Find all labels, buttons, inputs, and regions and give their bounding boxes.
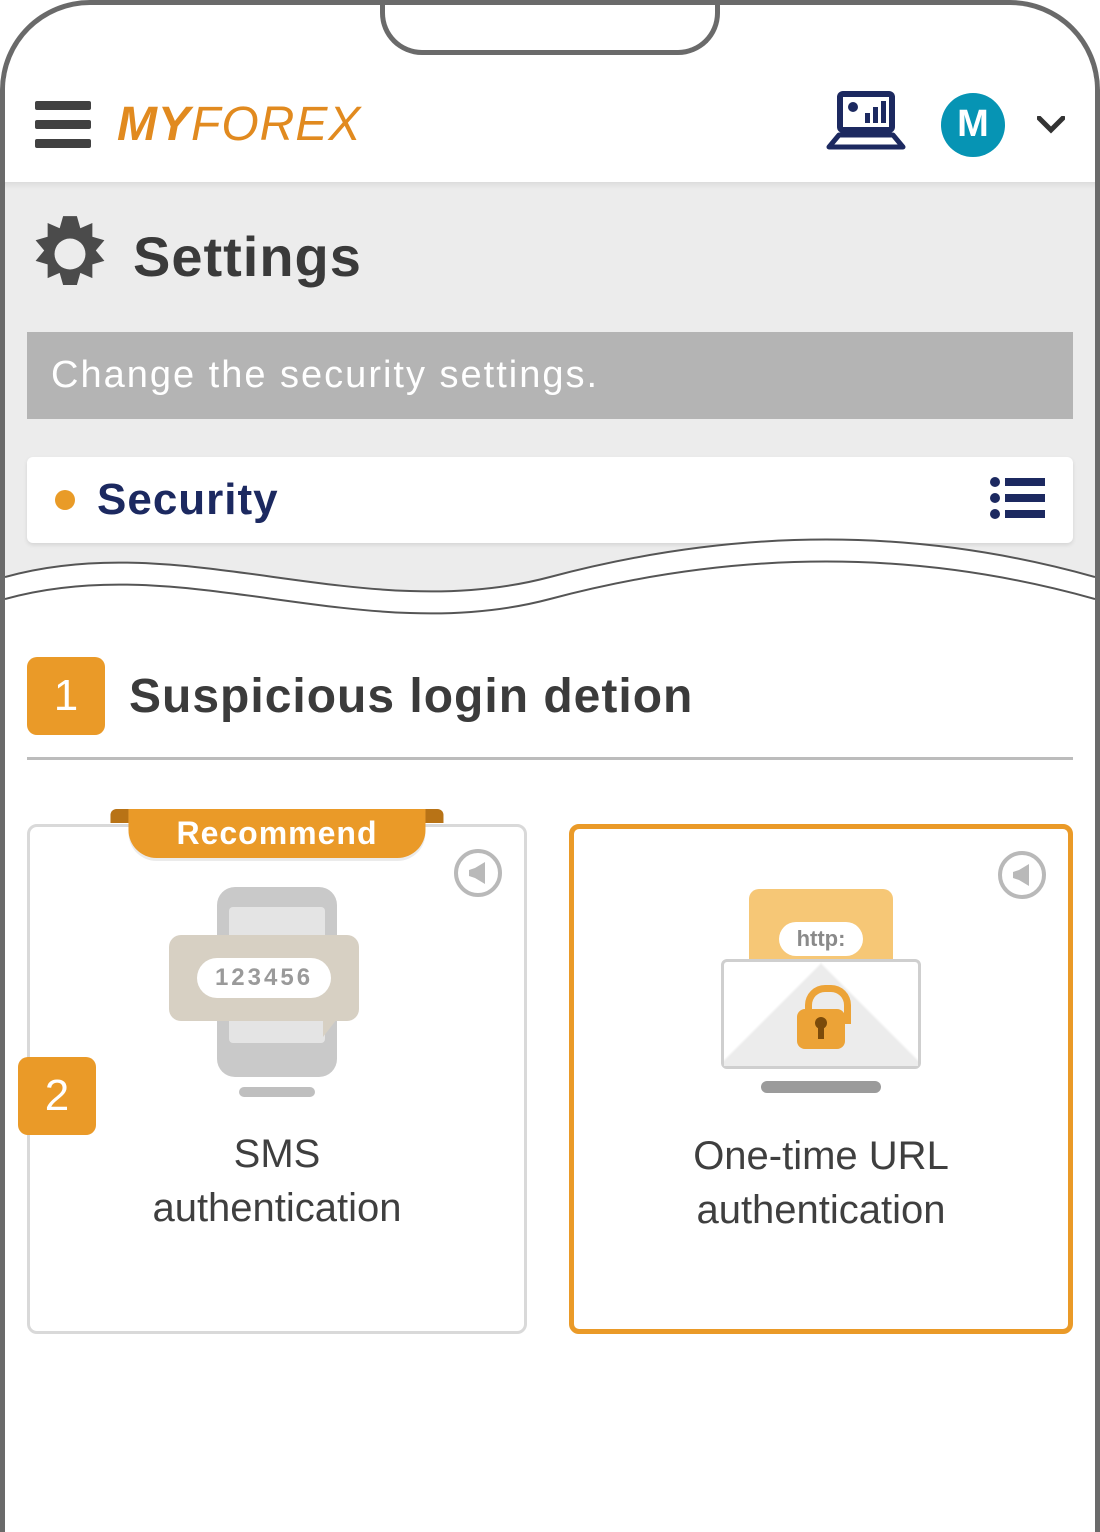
security-section-row[interactable]: Security (27, 457, 1073, 543)
logo-part-my: MY (117, 98, 191, 151)
card-url-title: One-time URL authentication (693, 1129, 949, 1237)
settings-area: Settings Change the security settings. S… (5, 182, 1095, 627)
list-toggle-icon[interactable] (989, 476, 1045, 525)
wave-divider (5, 537, 1095, 627)
sms-code-sample: 123456 (197, 958, 331, 998)
phone-frame: MYFOREX M (0, 0, 1100, 1532)
section-title: Suspicious login detion (129, 669, 693, 724)
logo-part-forex: FOREX (191, 98, 361, 151)
chevron-down-icon[interactable] (1037, 109, 1065, 141)
gear-icon (27, 211, 113, 302)
step-badge-2: 2 (18, 1057, 96, 1135)
settings-subtitle: Change the security settings. (27, 332, 1073, 419)
url-illustration: http: (701, 879, 941, 1089)
top-bar: MYFOREX M (5, 77, 1095, 182)
main-content: 1 Suspicious login detion (5, 627, 1095, 735)
megaphone-icon[interactable] (998, 851, 1046, 899)
lock-icon (797, 1009, 845, 1049)
card-url-auth[interactable]: http: One-time URL authentication (569, 824, 1073, 1334)
auth-method-cards: Recommend 2 123456 (5, 760, 1095, 1334)
bullet-icon (55, 490, 75, 510)
menu-icon[interactable] (35, 101, 91, 148)
laptop-chart-icon[interactable] (823, 89, 909, 160)
page-title: Settings (133, 224, 362, 289)
megaphone-icon[interactable] (454, 849, 502, 897)
sms-illustration: 123456 (217, 877, 337, 1087)
avatar[interactable]: M (941, 93, 1005, 157)
card-sms-title: SMS authentication (152, 1127, 401, 1235)
url-pill: http: (779, 922, 864, 956)
security-label: Security (97, 475, 279, 525)
recommend-ribbon: Recommend (128, 809, 425, 858)
phone-notch (380, 0, 720, 55)
logo[interactable]: MYFOREX (117, 97, 361, 152)
step-badge-1: 1 (27, 657, 105, 735)
card-sms-auth[interactable]: Recommend 2 123456 (27, 824, 527, 1334)
avatar-initial: M (957, 103, 989, 146)
